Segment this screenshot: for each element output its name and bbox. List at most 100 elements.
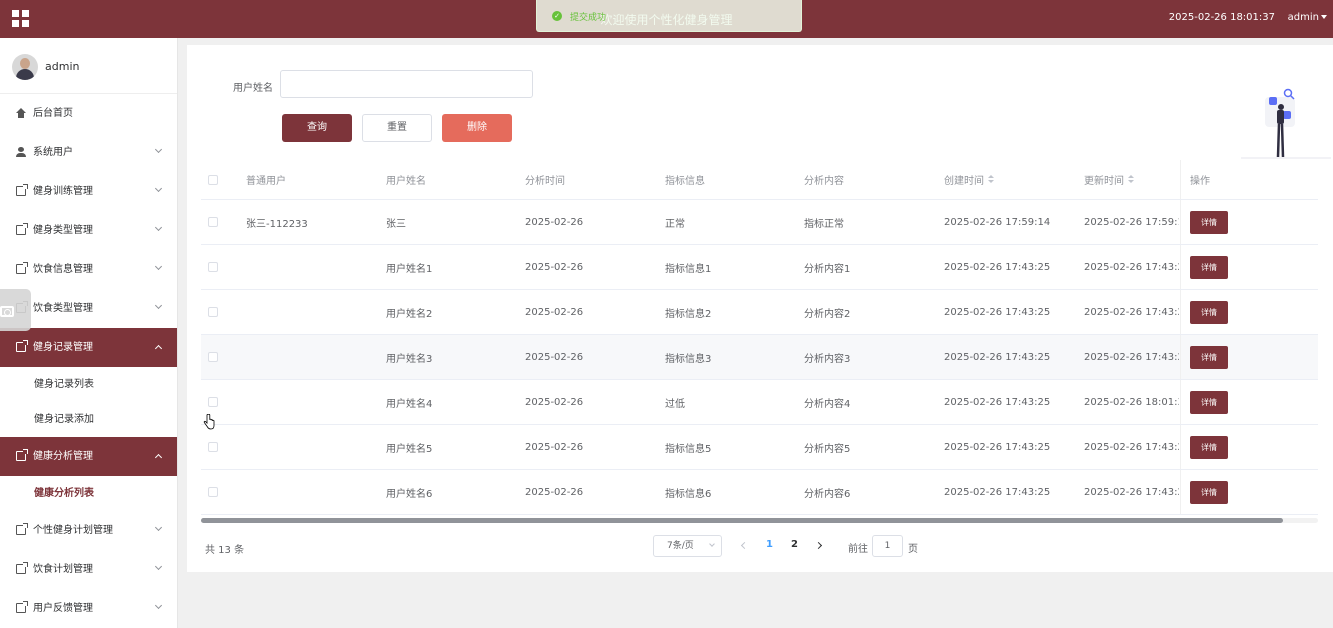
sidebar-item-health-analysis[interactable]: 健康分析管理 — [0, 437, 177, 476]
table-cell: 张三 — [386, 218, 406, 230]
column-header: 操作 — [1180, 160, 1318, 199]
detail-button[interactable]: 详情 — [1190, 480, 1228, 504]
document-icon — [16, 184, 28, 196]
chevron-down-icon — [154, 601, 163, 610]
table-cell — [246, 380, 376, 424]
page-size-select[interactable]: 7条/页 — [653, 535, 722, 557]
sidebar-item-label: 用户反馈管理 — [33, 603, 93, 614]
table-cell — [246, 245, 376, 289]
sidebar-item-label: 饮食类型管理 — [33, 303, 93, 314]
reset-button[interactable]: 重置 — [362, 114, 432, 142]
table-cell: 用户姓名2 — [386, 308, 433, 320]
table-cell: 2025-02-26 17:43:25 — [944, 486, 1051, 498]
table-cell: 用户姓名3 — [386, 353, 433, 365]
table-cell: 2025-02-26 — [525, 261, 584, 273]
delete-button[interactable]: 删除 — [442, 114, 512, 142]
sidebar-item-label: 健身记录管理 — [33, 342, 93, 353]
column-header-created[interactable]: 创建时间 — [944, 160, 1074, 199]
page-number-current[interactable]: 1 — [766, 539, 773, 550]
row-checkbox[interactable] — [208, 245, 222, 289]
next-page-icon[interactable] — [814, 541, 823, 550]
table-cell: 2025-02-26 — [525, 396, 584, 408]
sort-icon[interactable] — [1128, 175, 1134, 184]
home-icon — [16, 108, 26, 118]
table-cell: 2025-02-26 17:43:25 — [944, 351, 1051, 363]
toast-message: 提交成功 — [570, 13, 607, 23]
sidebar-item-label: 系统用户 — [33, 147, 73, 158]
caret-down-icon — [1321, 15, 1327, 19]
sidebar-subitem-health-analysis-list[interactable]: 健康分析列表 — [0, 476, 177, 511]
table-cell: 指标信息2 — [665, 308, 712, 320]
table-row: 张三-112233 张三 2025-02-26 正常 指标正常 2025-02-… — [201, 200, 1318, 245]
scrollbar-thumb[interactable] — [201, 518, 1283, 523]
table-cell: 用户姓名5 — [386, 443, 433, 455]
sidebar-item-diet-info[interactable]: 饮食信息管理 — [0, 250, 177, 289]
user-name-search-input[interactable] — [280, 70, 533, 98]
main-panel: 用户姓名 查询 重置 删除 普通用户 用户姓名 分析时间 指标信息 分析内容 创… — [187, 45, 1333, 572]
chevron-down-icon — [154, 145, 163, 154]
table-cell: 2025-02-26 — [525, 351, 584, 363]
column-header-updated[interactable]: 更新时间 — [1084, 160, 1179, 199]
table-cell: 2025-02-26 17:43:25 — [944, 261, 1051, 273]
table-cell: 分析内容1 — [804, 263, 851, 275]
table-row: 用户姓名3 2025-02-26 指标信息3 分析内容3 2025-02-26 … — [201, 335, 1318, 380]
horizontal-scrollbar[interactable] — [201, 518, 1318, 523]
sidebar-subitem-fitness-record-list[interactable]: 健身记录列表 — [0, 367, 177, 402]
current-datetime: 2025-02-26 18:01:37 — [1168, 12, 1275, 23]
document-icon — [16, 223, 28, 235]
hand-cursor-icon — [203, 414, 215, 430]
goto-page-input[interactable]: 1 — [872, 535, 903, 557]
row-checkbox[interactable] — [208, 200, 222, 244]
sidebar-item-diet-plan[interactable]: 饮食计划管理 — [0, 550, 177, 589]
sidebar-item-home[interactable]: 后台首页 — [0, 94, 177, 133]
sidebar-item-system-users[interactable]: 系统用户 — [0, 133, 177, 172]
detail-button[interactable]: 详情 — [1190, 345, 1228, 369]
table-cell: 分析内容5 — [804, 443, 851, 455]
table-cell: 2025-02-26 — [525, 306, 584, 318]
detail-button[interactable]: 详情 — [1190, 255, 1228, 279]
detail-button[interactable]: 详情 — [1190, 300, 1228, 324]
sidebar-item-fitness-training[interactable]: 健身训练管理 — [0, 172, 177, 211]
analysis-table: 普通用户 用户姓名 分析时间 指标信息 分析内容 创建时间 更新时间 操作 张三… — [201, 160, 1318, 515]
user-menu[interactable]: admin — [1288, 12, 1327, 23]
document-icon — [16, 523, 28, 535]
detail-button[interactable]: 详情 — [1190, 210, 1228, 234]
sidebar-item-fitness-plan[interactable]: 个性健身计划管理 — [0, 511, 177, 550]
sidebar-item-label: 健身类型管理 — [33, 225, 93, 236]
total-count: 共 13 条 — [205, 545, 245, 556]
row-checkbox[interactable] — [208, 335, 222, 379]
screenshot-tab[interactable] — [0, 289, 31, 331]
table-row: 用户姓名1 2025-02-26 指标信息1 分析内容1 2025-02-26 … — [201, 245, 1318, 290]
row-checkbox[interactable] — [208, 470, 222, 514]
row-checkbox[interactable] — [208, 290, 222, 334]
sidebar-item-user-feedback[interactable]: 用户反馈管理 — [0, 589, 177, 628]
row-checkbox[interactable] — [208, 425, 222, 469]
table-cell — [246, 335, 376, 379]
document-icon — [16, 601, 28, 613]
table-cell: 分析内容4 — [804, 398, 851, 410]
table-cell: 2025-02-26 — [525, 216, 584, 228]
select-all-checkbox[interactable] — [208, 160, 222, 199]
table-row: 用户姓名6 2025-02-26 指标信息6 分析内容6 2025-02-26 … — [201, 470, 1318, 515]
sidebar-item-fitness-record[interactable]: 健身记录管理 — [0, 328, 177, 367]
detail-button[interactable]: 详情 — [1190, 435, 1228, 459]
sidebar-profile: admin — [0, 38, 177, 94]
page-number[interactable]: 2 — [791, 539, 798, 550]
page-size-value: 7条/页 — [667, 541, 694, 551]
chevron-down-icon — [154, 262, 163, 271]
chevron-down-icon — [154, 523, 163, 532]
sidebar-item-fitness-type[interactable]: 健身类型管理 — [0, 211, 177, 250]
success-toast: ✓ 提交成功 — [536, 0, 802, 32]
table-row: 用户姓名4 2025-02-26 过低 分析内容4 2025-02-26 17:… — [201, 380, 1318, 425]
chevron-up-icon — [154, 344, 163, 353]
sidebar: admin 后台首页 系统用户 健身训练管理 健身类型管理 饮食信息管理 饮食类… — [0, 38, 178, 628]
query-button[interactable]: 查询 — [282, 114, 352, 142]
sort-icon[interactable] — [988, 175, 994, 184]
sidebar-subitem-fitness-record-add[interactable]: 健身记录添加 — [0, 402, 177, 437]
chevron-down-icon — [154, 301, 163, 310]
table-cell: 2025-02-26 — [525, 486, 584, 498]
detail-button[interactable]: 详情 — [1190, 390, 1228, 414]
table-cell: 2025-02-26 17:43:25 — [944, 441, 1051, 453]
table-cell: 2025-02-26 17:43:25 — [944, 396, 1051, 408]
prev-page-icon[interactable] — [740, 541, 749, 550]
